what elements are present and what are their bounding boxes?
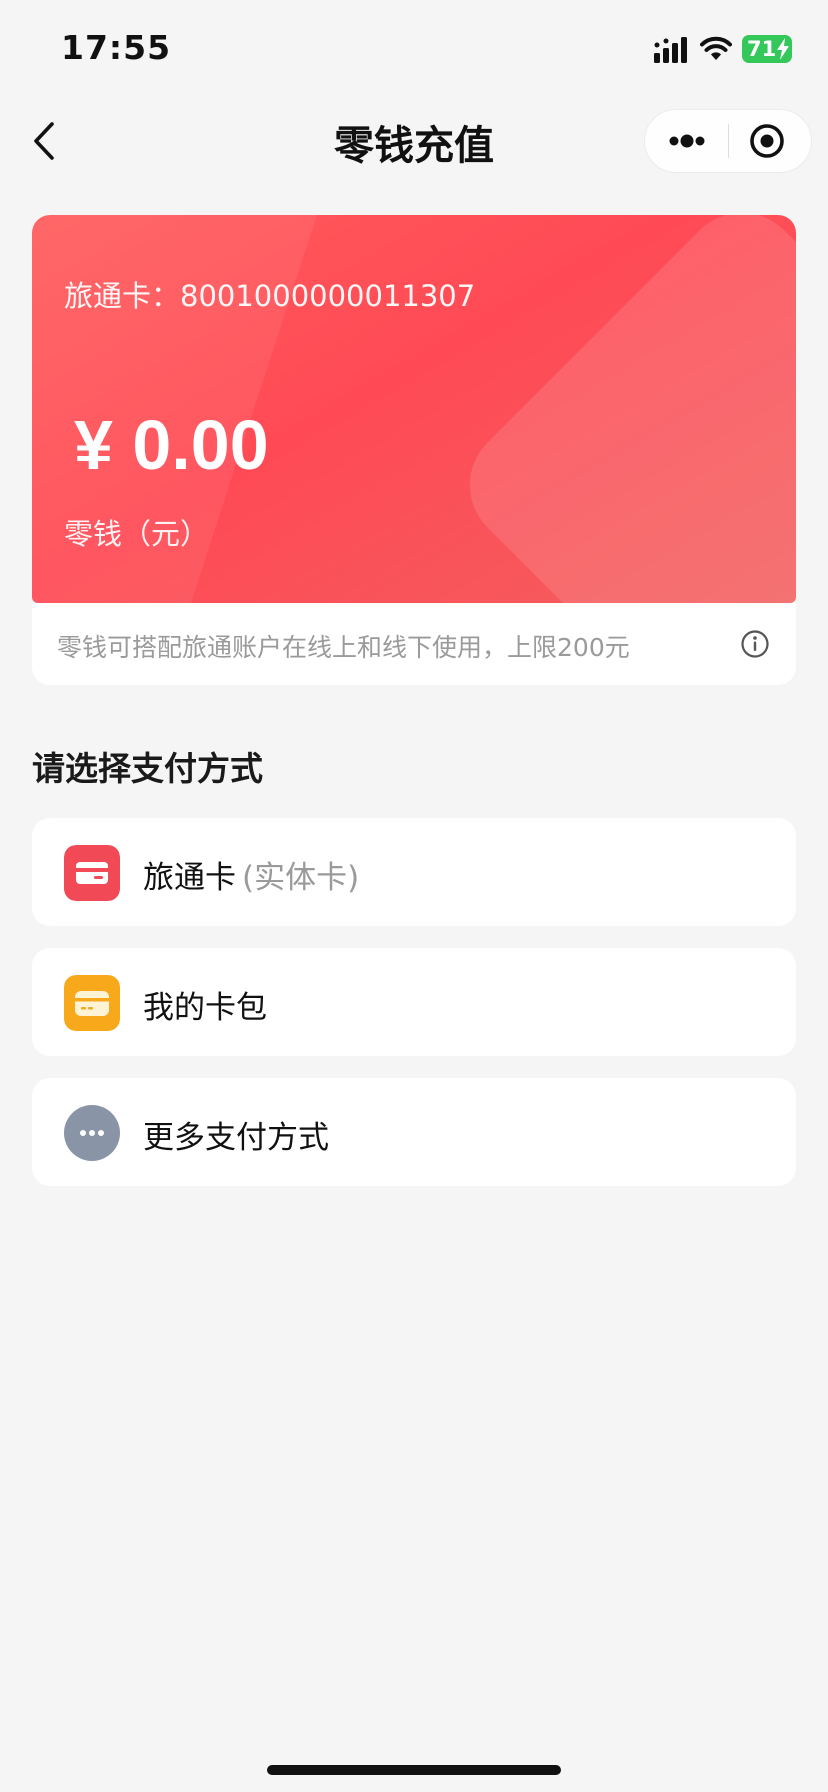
payment-option-card[interactable]: 旅通卡 (实体卡) — [32, 818, 796, 926]
more-dots-icon[interactable] — [645, 110, 729, 172]
mini-program-capsule — [644, 109, 812, 173]
wifi-icon — [700, 36, 732, 60]
battery-level: 71 — [747, 37, 777, 61]
status-bar: 17:55 71 — [0, 0, 828, 100]
payment-option-more[interactable]: 更多支付方式 — [32, 1078, 796, 1186]
payment-option-name: 更多支付方式 — [143, 1120, 329, 1156]
card-number: 旅通卡：8001000000011307 — [64, 279, 476, 313]
balance-card: 旅通卡：8001000000011307 ¥ 0.00 零钱（元） — [32, 215, 796, 603]
payment-option-wallet[interactable]: 我的卡包 — [32, 948, 796, 1056]
payment-section-title: 请选择支付方式 — [32, 749, 263, 788]
home-indicator[interactable] — [267, 1765, 561, 1775]
balance-tip-bar: 零钱可搭配旅通账户在线上和线下使用，上限200元 — [32, 603, 796, 685]
charging-bolt-icon — [777, 38, 789, 60]
payment-option-name: 我的卡包 — [143, 990, 267, 1026]
payment-option-label: 我的卡包 — [143, 982, 267, 1027]
info-icon[interactable] — [740, 629, 770, 659]
balance-tip-text: 零钱可搭配旅通账户在线上和线下使用，上限200元 — [57, 633, 630, 662]
target-close-icon[interactable] — [729, 110, 813, 172]
card-icon — [64, 845, 120, 901]
battery-icon: 71 — [742, 35, 792, 63]
status-time: 17:55 — [61, 28, 172, 67]
more-icon — [64, 1105, 120, 1161]
balance-unit-label: 零钱（元） — [64, 517, 210, 551]
wallet-icon — [64, 975, 120, 1031]
payment-option-label: 更多支付方式 — [143, 1112, 329, 1157]
payment-option-label: 旅通卡 (实体卡) — [143, 852, 359, 897]
balance-amount: ¥ 0.00 — [74, 406, 269, 484]
card-decoration — [445, 215, 796, 603]
payment-option-name: 旅通卡 — [143, 860, 236, 896]
signal-icon — [654, 37, 687, 63]
payment-option-sub: (实体卡) — [242, 860, 360, 896]
